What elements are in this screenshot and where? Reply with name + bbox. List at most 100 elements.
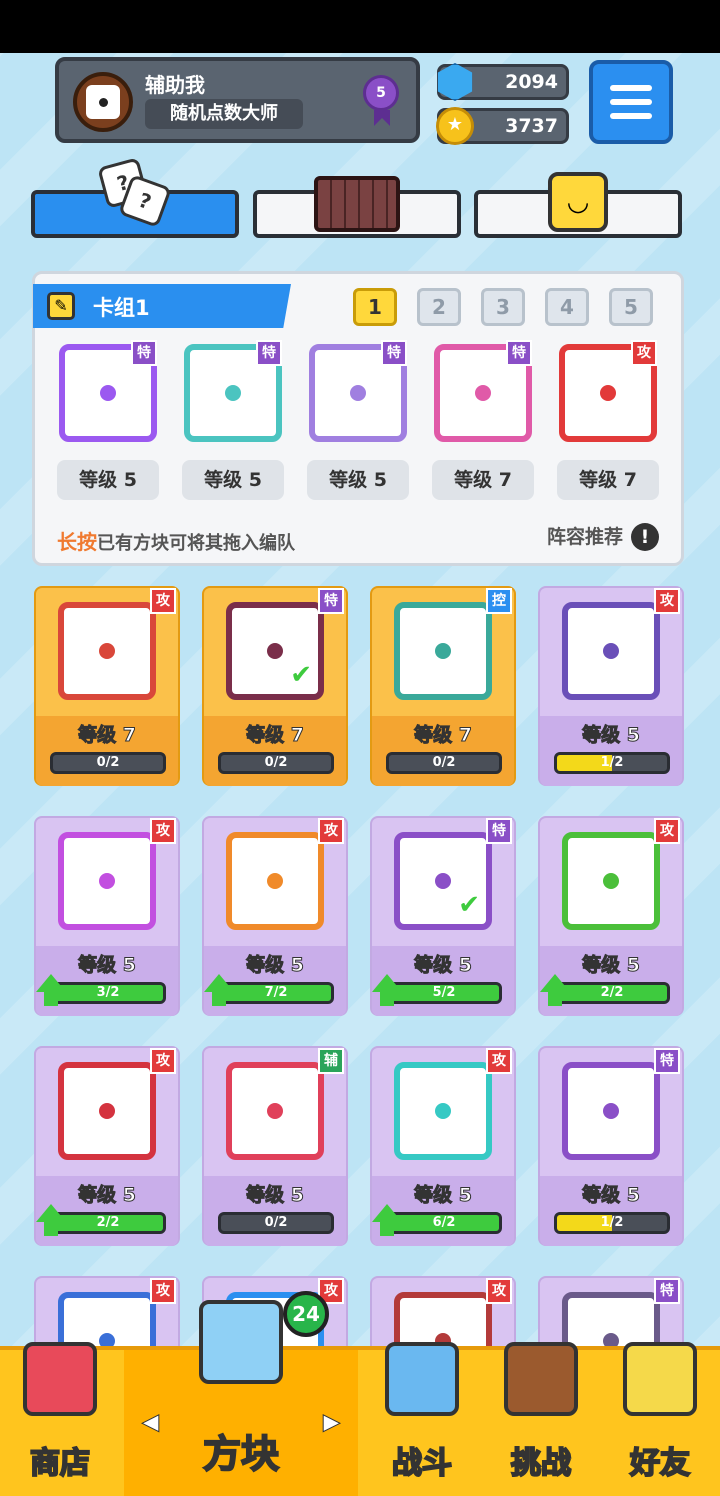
blocks-icon (199, 1300, 283, 1384)
die-type-tag: 特 (506, 340, 532, 366)
die-type-tag: 特 (486, 818, 512, 844)
progress-label: 1/2 (600, 1215, 624, 1230)
collection-card[interactable]: 攻等级 5 7/2 (202, 816, 348, 1016)
die-type-tag: 攻 (486, 1278, 512, 1304)
progress-label: 0/2 (96, 755, 120, 770)
deck-page-2[interactable]: 2 (417, 288, 461, 326)
nav-blocks[interactable]: ◀ ▶ 方块 (124, 1300, 358, 1496)
card-level: 等级 7 (414, 724, 473, 747)
progress-bar: 1/2 (554, 752, 670, 774)
progress-bar: 7/2 (218, 982, 334, 1004)
deck-slot-level: 等级 5 (57, 460, 159, 500)
progress-bar: 0/2 (218, 1212, 334, 1234)
die-pip (475, 385, 491, 401)
die-type-tag: 攻 (631, 340, 657, 366)
card-level: 等级 7 (246, 724, 305, 747)
die-type-tag: 攻 (654, 588, 680, 614)
collection-card[interactable]: 特等级 5 1/2 (538, 1046, 684, 1246)
upgrade-arrow-icon[interactable] (372, 1204, 402, 1238)
progress-bar: 3/2 (50, 982, 166, 1004)
nav-challenge[interactable]: 挑战 (482, 1342, 600, 1496)
collection-card[interactable]: ✔ 特等级 7 0/2 (202, 586, 348, 786)
collection-card[interactable]: 辅等级 5 0/2 (202, 1046, 348, 1246)
equipped-check-icon: ✔ (290, 660, 312, 690)
die-icon: ✔ (394, 832, 492, 930)
coin-amount: 3737 (505, 115, 558, 137)
upgrade-arrow-icon[interactable] (36, 974, 66, 1008)
progress-label: 1/2 (600, 755, 624, 770)
collection-card[interactable]: 攻等级 5 3/2 (34, 816, 180, 1016)
deck-page-1[interactable]: 1 (353, 288, 397, 326)
card-level: 等级 5 (414, 954, 473, 977)
die-icon (58, 602, 156, 700)
progress-label: 2/2 (96, 1215, 120, 1230)
progress-bar: 6/2 (386, 1212, 502, 1234)
coin-counter[interactable]: ★ 3737 (436, 107, 569, 145)
die-type-tag: 特 (381, 340, 407, 366)
deck-page-3[interactable]: 3 (481, 288, 525, 326)
battle-icon (385, 1342, 459, 1416)
tab-board[interactable] (253, 176, 461, 238)
equipped-check-icon: ✔ (458, 890, 480, 920)
collection-card[interactable]: 攻等级 7 0/2 (34, 586, 180, 786)
nav-friends[interactable]: 好友 (600, 1342, 720, 1496)
gem-amount: 2094 (505, 71, 558, 93)
upgrade-arrow-icon[interactable] (540, 974, 570, 1008)
deck-slot-level: 等级 5 (307, 460, 409, 500)
deck-page-5[interactable]: 5 (609, 288, 653, 326)
progress-label: 2/2 (600, 985, 624, 1000)
collection-card[interactable]: 攻等级 5 2/2 (538, 816, 684, 1016)
rank-medal-icon[interactable]: 5 (363, 75, 399, 126)
edit-icon: ✎ (47, 292, 75, 320)
die-icon (394, 602, 492, 700)
die-type-tag: 辅 (318, 1048, 344, 1074)
tab-emote[interactable]: ◡ (474, 172, 682, 238)
nav-shop[interactable]: 商店 (0, 1342, 120, 1496)
upgrade-arrow-icon[interactable] (204, 974, 234, 1008)
progress-bar: 0/2 (386, 752, 502, 774)
gem-icon (437, 63, 473, 101)
card-level: 等级 5 (582, 724, 641, 747)
collection-card[interactable]: 攻等级 5 1/2 (538, 586, 684, 786)
info-icon: ! (631, 523, 659, 551)
friends-icon (623, 1342, 697, 1416)
gem-counter[interactable]: 2094 (437, 63, 569, 101)
board-tab-icon (314, 176, 400, 232)
recommend-button[interactable]: 阵容推荐! (547, 522, 659, 551)
die-pip (267, 1103, 283, 1119)
die-icon (226, 832, 324, 930)
avatar[interactable] (73, 72, 133, 132)
upgrade-arrow-icon[interactable] (36, 1204, 66, 1238)
die-icon (562, 602, 660, 700)
tab-dice[interactable]: ?? (31, 157, 239, 238)
die-pip (100, 385, 116, 401)
die-type-tag: 特 (256, 340, 282, 366)
upgrade-arrow-icon[interactable] (372, 974, 402, 1008)
die-pip (603, 643, 619, 659)
bottom-nav: 商店 ◀ ▶ 方块 战斗 挑战 好友 (0, 1300, 720, 1496)
collection-card[interactable]: 控等级 7 0/2 (370, 586, 516, 786)
deck-hint: 长按已有方块可将其拖入编队 (57, 530, 295, 554)
collection-card[interactable]: ✔ 特等级 5 5/2 (370, 816, 516, 1016)
menu-button[interactable] (589, 60, 673, 144)
profile-panel[interactable]: 辅助我 随机点数大师 5 (55, 57, 420, 143)
deck-page-4[interactable]: 4 (545, 288, 589, 326)
blocks-count-badge: 24 (283, 1291, 329, 1337)
deck-title: 卡组1 (93, 296, 150, 320)
die-pip (267, 873, 283, 889)
progress-label: 6/2 (432, 1215, 456, 1230)
die-pip (225, 385, 241, 401)
progress-label: 5/2 (432, 985, 456, 1000)
die-pip (267, 643, 283, 659)
collection-card[interactable]: 攻等级 5 6/2 (370, 1046, 516, 1246)
card-level: 等级 5 (246, 954, 305, 977)
card-level: 等级 5 (414, 1184, 473, 1207)
card-level: 等级 5 (246, 1184, 305, 1207)
die-type-tag: 攻 (150, 818, 176, 844)
progress-bar: 5/2 (386, 982, 502, 1004)
collection-card[interactable]: 攻等级 5 2/2 (34, 1046, 180, 1246)
progress-label: 7/2 (264, 985, 288, 1000)
nav-battle[interactable]: 战斗 (362, 1342, 482, 1496)
deck-title-bar[interactable]: ✎ 卡组1 (33, 284, 291, 328)
status-bar (0, 0, 720, 53)
